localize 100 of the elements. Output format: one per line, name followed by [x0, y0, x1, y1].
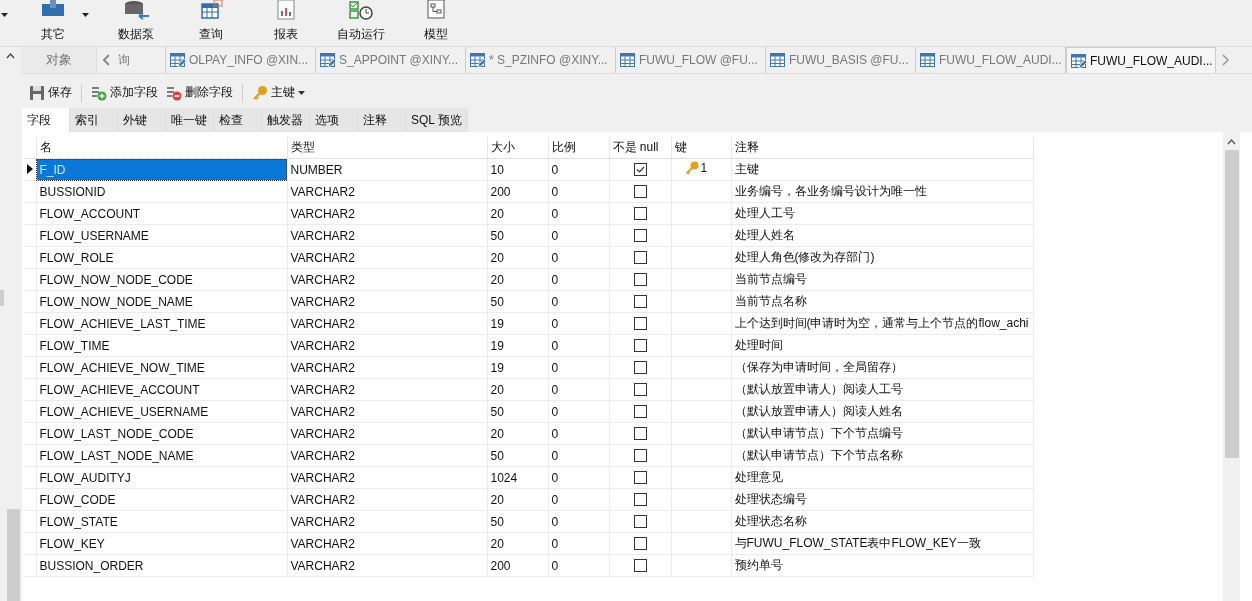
- checkbox[interactable]: [633, 559, 647, 572]
- table-cell[interactable]: VARCHAR2: [287, 180, 487, 203]
- checkbox[interactable]: [633, 449, 647, 462]
- table-cell[interactable]: 200: [487, 180, 548, 203]
- table-cell[interactable]: 业务编号，各业务编号设计为唯一性: [731, 180, 1033, 203]
- scroll-left-icon[interactable]: [102, 54, 110, 66]
- checkbox[interactable]: [633, 163, 647, 176]
- splitter-handle[interactable]: [0, 290, 4, 306]
- table-cell[interactable]: 20: [487, 532, 548, 555]
- table-cell[interactable]: VARCHAR2: [287, 268, 487, 291]
- toolbar-button[interactable]: 查询: [175, 0, 247, 43]
- objects-tab[interactable]: 对象: [22, 47, 97, 73]
- column-header[interactable]: 比例: [548, 137, 609, 159]
- table-cell[interactable]: 0: [548, 466, 609, 489]
- table-cell[interactable]: 处理人工号: [731, 202, 1033, 225]
- toolbar-button[interactable]: 其它: [28, 0, 78, 43]
- table-cell[interactable]: 0: [548, 378, 609, 401]
- table-cell[interactable]: （保存为申请时间，全局留存）: [731, 356, 1033, 379]
- table-cell[interactable]: VARCHAR2: [287, 202, 487, 225]
- table-cell[interactable]: VARCHAR2: [287, 378, 487, 401]
- column-header[interactable]: 类型: [287, 137, 487, 159]
- section-tab[interactable]: 唯一键: [166, 108, 214, 132]
- table-cell[interactable]: 处理人角色(修改为存部门): [731, 246, 1033, 269]
- table-cell[interactable]: F_ID: [36, 158, 287, 181]
- table-cell[interactable]: （默认申请节点）下个节点编号: [731, 422, 1033, 445]
- column-header[interactable]: 大小: [487, 137, 548, 159]
- toolbar-button[interactable]: 主键: [249, 82, 308, 103]
- table-cell[interactable]: 处理时间: [731, 334, 1033, 357]
- toolbar-button[interactable]: 数据泵: [100, 0, 172, 43]
- toolbar-button[interactable]: 删除字段: [163, 82, 236, 103]
- table-cell[interactable]: VARCHAR2: [287, 532, 487, 555]
- table-cell[interactable]: FLOW_NOW_NODE_CODE: [36, 268, 287, 291]
- table-cell[interactable]: 19: [487, 356, 548, 379]
- checkbox[interactable]: [633, 185, 647, 198]
- table-cell[interactable]: （默认放置申请人）阅读人姓名: [731, 400, 1033, 423]
- table-cell[interactable]: 0: [548, 202, 609, 225]
- table-cell[interactable]: 0: [548, 554, 609, 577]
- collapse-icon[interactable]: [6, 53, 15, 59]
- caret-icon[interactable]: [82, 13, 89, 17]
- table-cell[interactable]: 0: [548, 422, 609, 445]
- table-cell[interactable]: 0: [548, 158, 609, 181]
- table-cell[interactable]: 当前节点名称: [731, 290, 1033, 313]
- checkbox[interactable]: [633, 471, 647, 484]
- toolbar-button[interactable]: 自动运行: [325, 0, 397, 43]
- table-cell[interactable]: 0: [548, 400, 609, 423]
- table-cell[interactable]: BUSSION_ORDER: [36, 554, 287, 577]
- table-cell[interactable]: NUMBER: [287, 158, 487, 181]
- table-cell[interactable]: 当前节点编号: [731, 268, 1033, 291]
- caret-icon[interactable]: [1, 13, 8, 17]
- table-cell[interactable]: 200: [487, 554, 548, 577]
- scrollbar-thumb[interactable]: [1224, 150, 1239, 458]
- table-cell[interactable]: FLOW_ACCOUNT: [36, 202, 287, 225]
- table-cell[interactable]: 10: [487, 158, 548, 181]
- table-cell[interactable]: 0: [548, 510, 609, 533]
- table-cell[interactable]: 0: [548, 268, 609, 291]
- table-cell[interactable]: 50: [487, 444, 548, 467]
- table-cell[interactable]: 19: [487, 312, 548, 335]
- table-cell[interactable]: （默认放置申请人）阅读人工号: [731, 378, 1033, 401]
- table-cell[interactable]: FLOW_ACHIEVE_ACCOUNT: [36, 378, 287, 401]
- table-cell[interactable]: 20: [487, 488, 548, 511]
- table-cell[interactable]: 处理状态编号: [731, 488, 1033, 511]
- table-cell[interactable]: 预约单号: [731, 554, 1033, 577]
- table-cell[interactable]: BUSSIONID: [36, 180, 287, 203]
- section-tab[interactable]: 字段: [22, 108, 70, 132]
- section-tab[interactable]: 选项: [310, 108, 358, 132]
- table-cell[interactable]: VARCHAR2: [287, 334, 487, 357]
- table-cell[interactable]: 20: [487, 378, 548, 401]
- table-cell[interactable]: 0: [548, 334, 609, 357]
- table-cell[interactable]: FLOW_ACHIEVE_USERNAME: [36, 400, 287, 423]
- table-cell[interactable]: 1024: [487, 466, 548, 489]
- table-cell[interactable]: 20: [487, 422, 548, 445]
- table-cell[interactable]: 0: [548, 444, 609, 467]
- table-cell[interactable]: VARCHAR2: [287, 466, 487, 489]
- table-cell[interactable]: FLOW_NOW_NODE_NAME: [36, 290, 287, 313]
- table-cell[interactable]: FLOW_USERNAME: [36, 224, 287, 247]
- table-cell[interactable]: FLOW_LAST_NODE_NAME: [36, 444, 287, 467]
- table-cell[interactable]: 0: [548, 532, 609, 555]
- table-cell[interactable]: 20: [487, 202, 548, 225]
- table-cell[interactable]: FLOW_ACHIEVE_NOW_TIME: [36, 356, 287, 379]
- table-cell[interactable]: VARCHAR2: [287, 356, 487, 379]
- table-cell[interactable]: 处理意见: [731, 466, 1033, 489]
- table-cell[interactable]: VARCHAR2: [287, 312, 487, 335]
- column-header[interactable]: 名: [36, 137, 287, 159]
- checkbox[interactable]: [633, 405, 647, 418]
- table-cell[interactable]: 0: [548, 224, 609, 247]
- table-cell[interactable]: 0: [548, 488, 609, 511]
- table-cell[interactable]: 处理人姓名: [731, 224, 1033, 247]
- table-cell[interactable]: 50: [487, 290, 548, 313]
- section-tab[interactable]: 检查: [214, 108, 262, 132]
- checkbox[interactable]: [633, 515, 647, 528]
- table-cell[interactable]: FLOW_KEY: [36, 532, 287, 555]
- checkbox[interactable]: [633, 383, 647, 396]
- table-cell[interactable]: 处理状态名称: [731, 510, 1033, 533]
- section-tab[interactable]: 索引: [70, 108, 118, 132]
- table-cell[interactable]: 0: [548, 246, 609, 269]
- checkbox[interactable]: [633, 537, 647, 550]
- checkbox[interactable]: [633, 427, 647, 440]
- table-cell[interactable]: FLOW_TIME: [36, 334, 287, 357]
- section-tab[interactable]: 外键: [118, 108, 166, 132]
- checkbox[interactable]: [633, 251, 647, 264]
